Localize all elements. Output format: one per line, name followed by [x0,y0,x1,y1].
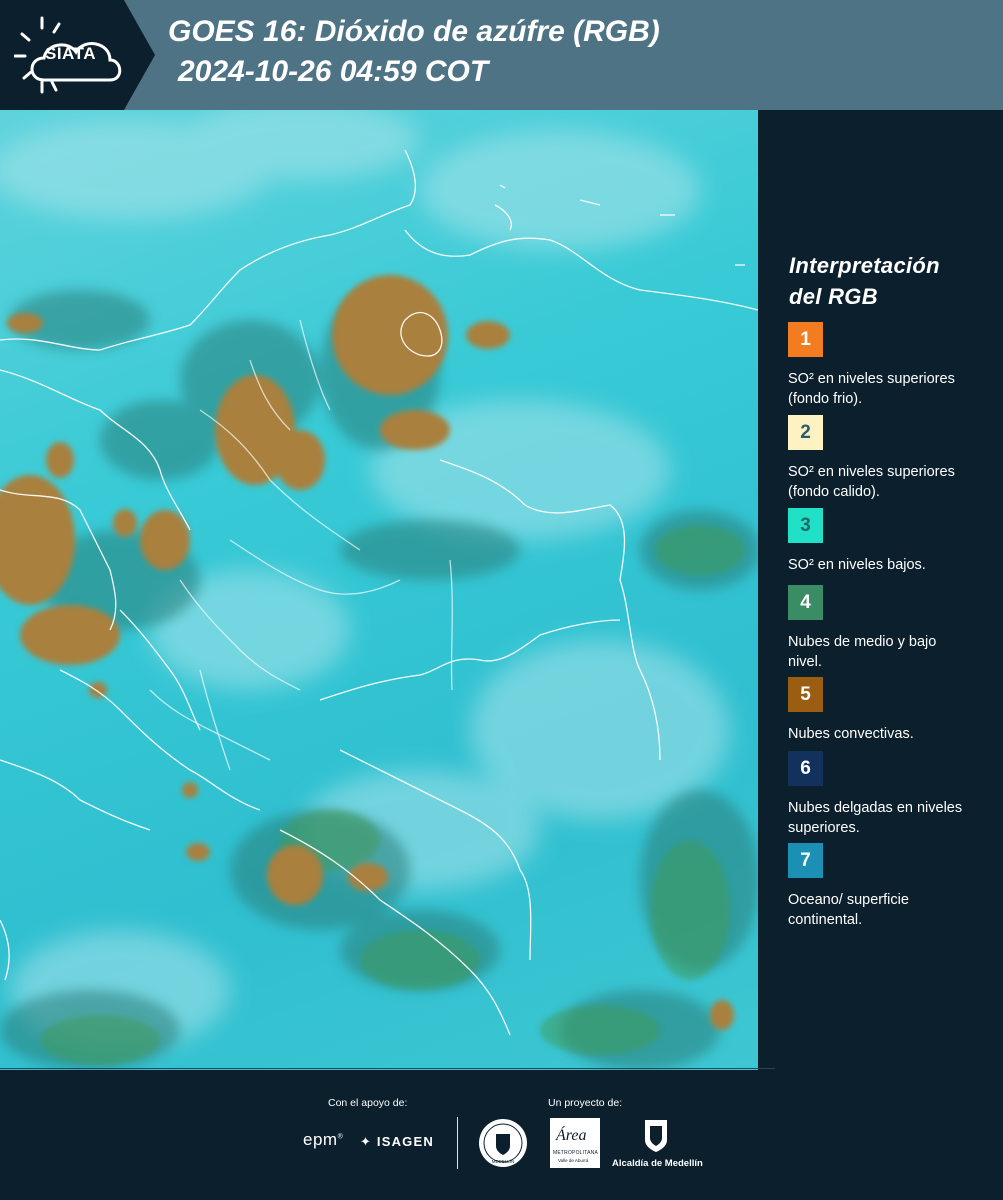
area-logo-caption: Valle de Aburrá [558,1158,589,1163]
project-label: Un proyecto de: [548,1097,623,1109]
legend-description: SO² en niveles superiores (fondo calido)… [788,464,955,500]
area-logo-text: Área [556,1127,587,1144]
legend-title-line2: del RGB [789,284,878,309]
epm-logo-text: epm [303,1130,338,1149]
isagen-logo-text: ISAGEN [376,1134,434,1149]
legend-swatch: 6 [788,751,823,786]
isagen-star-icon: ✦ [360,1134,373,1149]
legend-swatch: 4 [788,585,823,620]
legend-description: SO² en niveles bajos. [788,557,926,573]
legend-item-1: 1 SO² en niveles superiores (fondo frio). [788,322,988,409]
satellite-map-imagery [0,110,758,1070]
legend-item-2: 2 SO² en niveles superiores (fondo calido… [788,415,988,502]
legend-item-5: 5 Nubes convectivas. [788,677,988,744]
support-label: Con el apoyo de: [328,1097,408,1109]
footer-separator [457,1117,458,1169]
legend-title-line1: Interpretación [789,253,940,278]
legend-description: Oceano/ superficie continental. [788,892,909,928]
epm-logo: epm® [303,1130,344,1149]
legend-title: Interpretación del RGB [789,250,989,312]
siata-logo-text: SIATA [45,44,96,63]
medellin-seal-icon: MEDELLÍN [479,1119,527,1167]
page-timestamp: 2024-10-26 04:59 COT [178,55,489,88]
area-metropolitana-logo: Área METROPOLITANA Valle de Aburrá [550,1118,600,1168]
alcaldia-logo-text: Alcaldía de Medellín [612,1158,703,1169]
page-title: GOES 16: Dióxido de azúfre (RGB) [168,15,660,48]
legend-swatch: 5 [788,677,823,712]
header-bar: SIATA GOES 16: Dióxido de azúfre (RGB) 2… [0,0,1003,110]
legend-swatch: 3 [788,508,823,543]
legend-item-3: 3 SO² en niveles bajos. [788,508,988,575]
legend-description: Nubes de medio y bajo nivel. [788,634,937,670]
logo-badge: SIATA [0,0,155,110]
medellin-seal-text: MEDELLÍN [492,1158,515,1164]
legend-item-4: 4 Nubes de medio y bajo nivel. [788,585,988,672]
legend-item-6: 6 Nubes delgadas en niveles superiores. [788,751,988,838]
footer-divider [0,1068,775,1069]
legend-description: Nubes delgadas en niveles superiores. [788,800,963,836]
isagen-logo: ✦ ISAGEN [360,1134,434,1150]
alcaldia-shield-icon [645,1120,667,1152]
legend-swatch: 7 [788,843,823,878]
legend-description: SO² en niveles superiores (fondo frio). [788,371,955,407]
satellite-map [0,110,758,1070]
area-logo-subtitle: METROPOLITANA [553,1150,599,1156]
legend-description: Nubes convectivas. [788,726,914,742]
legend-swatch: 1 [788,322,823,357]
legend-swatch: 2 [788,415,823,450]
legend-item-7: 7 Oceano/ superficie continental. [788,843,988,930]
